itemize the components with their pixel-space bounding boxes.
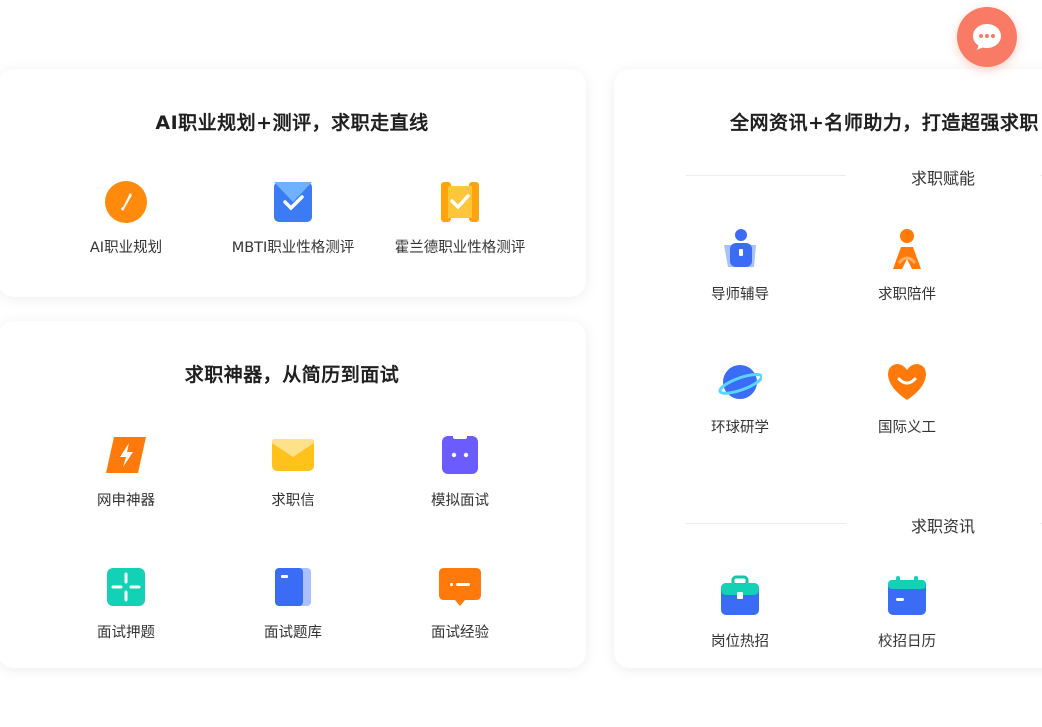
tool-question-bank[interactable]: 面试题库 (208, 565, 378, 642)
lightning-icon (106, 437, 146, 473)
briefcase-icon (721, 575, 759, 615)
page: AI职业规划+测评，求职走直线 AI职业规划 MBTI职业性格测评 霍兰德职业性… (0, 0, 1042, 727)
tool-label: MBTI职业性格测评 (231, 240, 355, 256)
tool-label: 网申神器 (97, 493, 155, 509)
ai-planning-card-title: AI职业规划+测评，求职走直线 (155, 112, 429, 134)
speech-bubble-icon (439, 568, 481, 606)
job-tools-card-title: 求职神器，从简历到面试 (184, 364, 400, 386)
service-label: 国际义工 (878, 420, 936, 436)
section-header-job-news: 求职资讯 (686, 513, 1042, 536)
tool-label: 求职信 (271, 493, 315, 509)
service-label: 导师辅导 (711, 287, 769, 303)
calendar-icon (888, 576, 926, 615)
mbti-test-icon (274, 182, 312, 222)
tool-holland-test[interactable]: 霍兰德职业性格测评 (375, 180, 545, 257)
service-job-companion[interactable]: 求职陪伴 (822, 227, 992, 304)
tool-online-application[interactable]: 网申神器 (41, 433, 211, 510)
tool-label: 面试押题 (97, 625, 155, 641)
section-title: 求职资讯 (910, 517, 975, 536)
robot-icon (442, 433, 478, 474)
planet-icon (718, 365, 762, 399)
resources-card: 全网资讯+名师助力，打造超强求职 求职赋能 导师辅导 求职陪伴 环球研学 国际义… (614, 69, 1042, 668)
news-label: 岗位热招 (711, 634, 769, 650)
service-global-study[interactable]: 环球研学 (655, 360, 825, 437)
news-label: 校招日历 (878, 634, 936, 650)
section-header-career-empowerment: 求职赋能 (686, 165, 1042, 188)
job-tools-card: 求职神器，从简历到面试 网申神器 求职信 模拟面试 面试押题 面试题库 面试经验 (0, 321, 586, 668)
service-label: 求职陪伴 (878, 287, 936, 303)
resources-card-title: 全网资讯+名师助力，打造超强求职 (730, 112, 1039, 134)
tool-label: AI职业规划 (89, 240, 163, 256)
tool-interview-experience[interactable]: 面试经验 (375, 565, 545, 642)
tool-mbti-test[interactable]: MBTI职业性格测评 (208, 180, 378, 257)
tool-label: 霍兰德职业性格测评 (394, 240, 526, 256)
heart-icon (888, 364, 926, 400)
section-title: 求职赋能 (910, 169, 975, 188)
chat-button[interactable] (957, 7, 1017, 67)
news-hot-positions[interactable]: 岗位热招 (655, 574, 825, 651)
ai-planning-card: AI职业规划+测评，求职走直线 AI职业规划 MBTI职业性格测评 霍兰德职业性… (0, 69, 586, 297)
tool-interview-prediction[interactable]: 面试押题 (41, 565, 211, 642)
companion-icon (893, 229, 921, 269)
envelope-icon (272, 439, 314, 471)
service-label: 环球研学 (711, 420, 769, 436)
book-icon (275, 568, 311, 606)
tool-ai-career-planning[interactable]: AI职业规划 (41, 180, 211, 257)
chat-bubble-icon (973, 24, 1001, 50)
tool-cover-letter[interactable]: 求职信 (208, 433, 378, 510)
tool-label: 面试经验 (431, 625, 489, 641)
tool-mock-interview[interactable]: 模拟面试 (375, 433, 545, 510)
tool-label: 模拟面试 (431, 493, 489, 509)
service-international-volunteer[interactable]: 国际义工 (822, 360, 992, 437)
compass-icon (105, 181, 147, 223)
service-mentor-coaching[interactable]: 导师辅导 (655, 227, 825, 304)
tool-label: 面试题库 (264, 625, 322, 641)
crosshair-icon (107, 568, 145, 606)
news-campus-calendar[interactable]: 校招日历 (822, 574, 992, 651)
mentor-icon (724, 229, 756, 267)
holland-test-icon (441, 182, 479, 222)
